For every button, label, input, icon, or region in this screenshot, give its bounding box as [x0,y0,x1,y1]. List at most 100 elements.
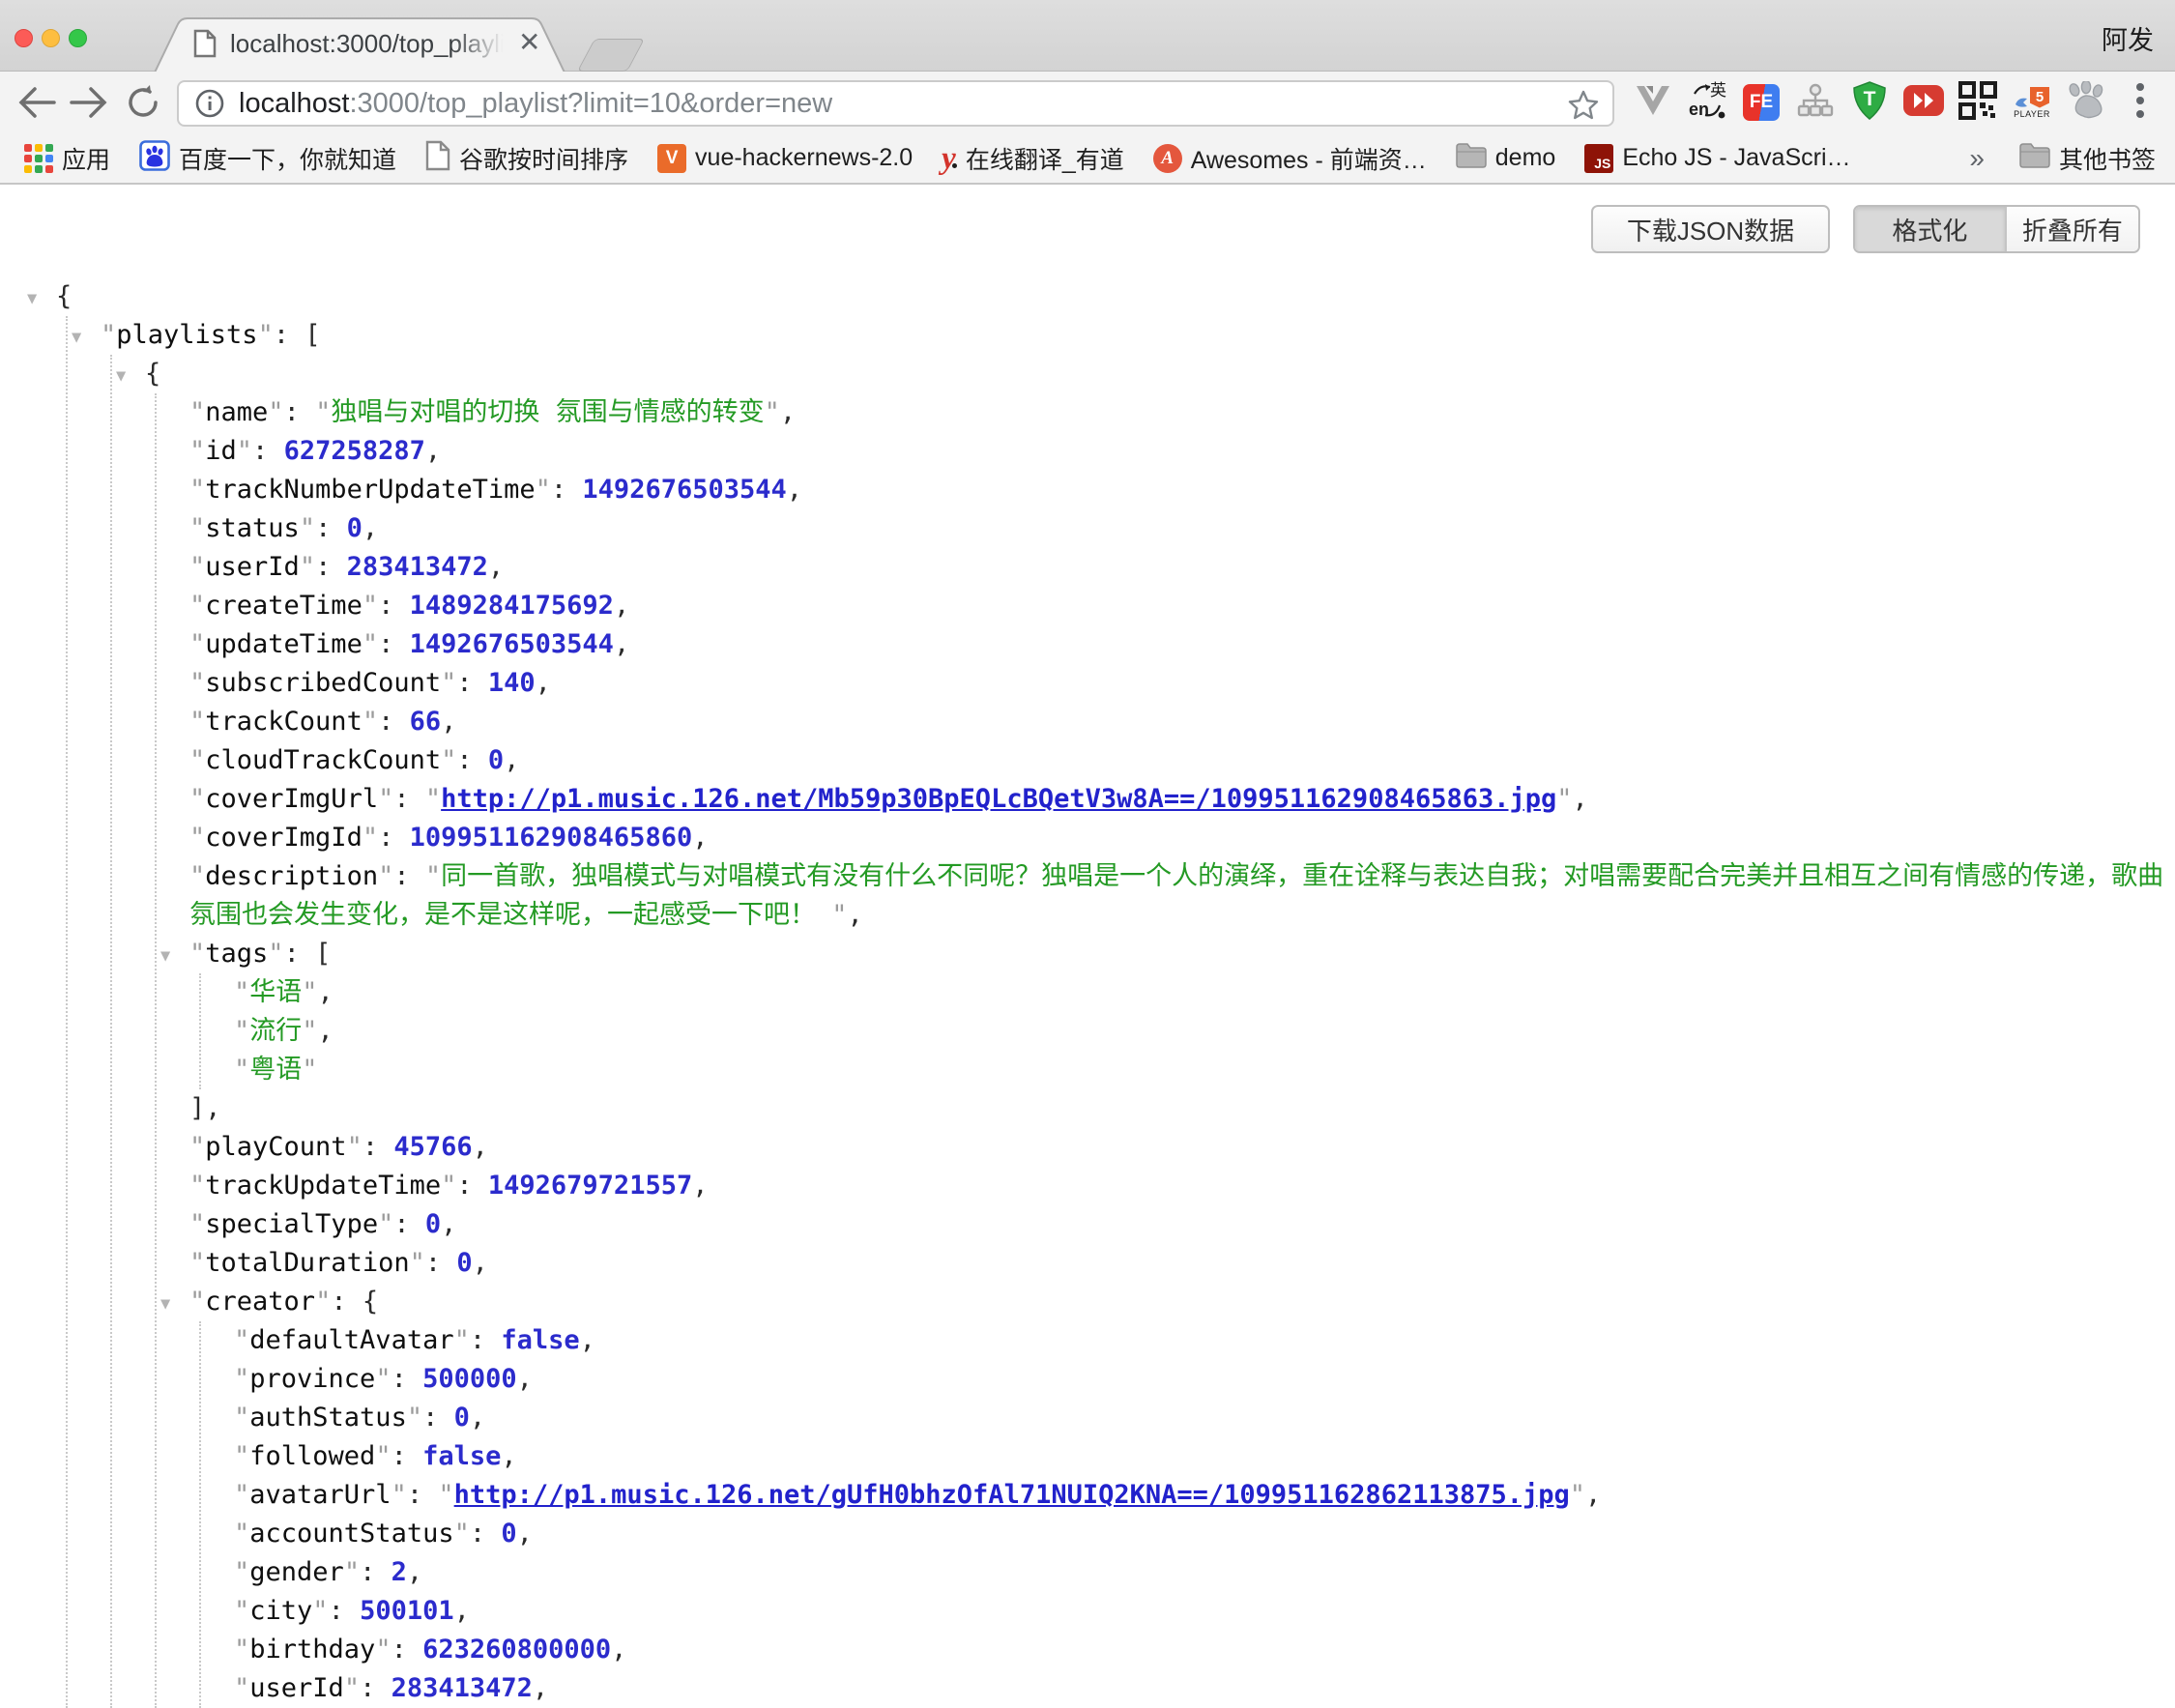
json-value: 66 [410,707,442,737]
json-key: followed [249,1441,375,1471]
collapse-triangle-icon[interactable]: ▼ [72,318,81,357]
extension-button[interactable]: FE [1740,77,1783,128]
json-value: : [456,668,488,698]
baidu-icon [139,140,170,176]
indent-guide [199,1321,201,1708]
bookmarks-overflow-chevron[interactable]: » [1969,143,1985,174]
json-value: , [1573,784,1588,814]
json-value: : [392,1441,423,1471]
json-value: 0 [501,1519,516,1549]
json-key: tags [205,939,268,969]
bookmark-item[interactable]: JSEcho JS - JavaScri… [1584,144,1850,173]
json-value: , [407,1557,422,1587]
bookmark-item[interactable]: Vvue-hackernews-2.0 [657,144,913,173]
other-bookmarks-folder[interactable]: 其他书签 [2019,141,2156,176]
bookmark-item[interactable]: demo [1456,143,1556,173]
json-key: trackNumberUpdateTime [205,475,535,505]
youdao-icon: y [942,144,957,173]
profile-name[interactable]: 阿发 [2102,19,2154,57]
bookmark-item[interactable]: AAwesomes - 前端资… [1153,141,1427,176]
json-value: 1492679721557 [488,1171,692,1201]
json-line: "name": "独唱与对唱的切换 氛围与情感的转变", [0,393,2165,432]
extension-button[interactable] [2065,77,2107,128]
tab-title-fade [452,27,512,62]
toolbar: localhost:3000/top_playlist?limit=10&ord… [0,72,2175,133]
json-value: : [360,1673,392,1703]
bookmark-item[interactable]: y在线翻译_有道 [942,141,1124,176]
extension-button[interactable]: T [1848,77,1891,128]
download-json-button[interactable]: 下载JSON数据 [1591,205,1830,253]
apps-grid-icon [24,144,53,173]
browser-menu-button[interactable] [2119,77,2161,128]
json-key: defaultAvatar [249,1325,453,1355]
json-value: false [501,1325,579,1355]
bookmarks-bar: 应用百度一下，你就知道 谷歌按时间排序 Vvue-hackernews-2.0 y在线… [0,133,2175,185]
extension-button[interactable] [1632,77,1674,128]
menu-dots-icon [2135,82,2145,124]
translate-icon: 英en [1687,80,1727,126]
json-value: : [392,1364,423,1394]
json-key: trackUpdateTime [205,1171,441,1201]
json-value: , [848,900,863,930]
json-line: "流行", [0,1012,2165,1051]
json-value: : [392,1635,423,1665]
json-value: 0 [425,1209,441,1239]
json-value: : [284,397,316,427]
vue-devtools-icon [1635,84,1671,122]
svg-text:T: T [1864,88,1876,110]
bookmark-label: demo [1495,144,1556,172]
bookmark-label: 谷歌按时间排序 [459,141,628,176]
json-key: coverImgUrl [205,784,378,814]
url-text[interactable]: localhost:3000/top_playlist?limit=10&ord… [239,88,832,120]
json-value: , [318,977,334,1007]
zoom-window-button[interactable] [69,29,87,47]
json-key: subscribedCount [205,668,441,698]
forward-button[interactable] [66,79,112,126]
json-link[interactable]: http://p1.music.126.net/Mb59p30BpEQLcBQe… [441,784,1556,814]
extension-button[interactable]: 5PLAYER [2011,77,2053,128]
json-value: 45766 [393,1132,472,1162]
omnibox[interactable]: localhost:3000/top_playlist?limit=10&ord… [177,80,1614,127]
page-info-icon[interactable] [194,88,225,119]
collapse-triangle-icon[interactable]: ▼ [160,937,170,975]
collapse-all-button[interactable]: 折叠所有 [2005,207,2138,251]
collapse-triangle-icon[interactable]: ▼ [116,357,126,395]
extensions-row: 英en FE T 5PLAYER [1632,77,2161,128]
collapse-triangle-icon[interactable]: ▼ [27,279,37,318]
json-key: specialType [205,1209,378,1239]
indent-guide [66,316,68,1708]
minimize-window-button[interactable] [42,29,60,47]
json-value: 500000 [422,1364,517,1394]
back-button[interactable] [14,79,60,126]
extension-button[interactable] [1957,77,1999,128]
vue-icon: V [657,144,686,173]
collapse-triangle-icon[interactable]: ▼ [160,1285,170,1323]
extension-button[interactable]: 英en [1686,77,1728,128]
json-value: : [315,513,347,543]
json-value: , [517,1364,533,1394]
bookmark-item[interactable]: 谷歌按时间排序 [425,140,628,176]
json-value: : [393,861,425,891]
bookmark-item[interactable]: 应用 [24,141,110,176]
json-value: { [145,359,160,389]
tab-close-icon[interactable]: ✕ [518,25,540,60]
json-value: , [501,1441,516,1471]
bookmark-star-icon[interactable] [1566,88,1601,128]
json-value: { [56,281,72,311]
qrcode-icon [1958,81,1997,125]
json-line: "birthday": 623260800000, [0,1631,2165,1669]
json-value: : [362,1132,394,1162]
close-window-button[interactable] [14,29,33,47]
extension-button[interactable] [1794,77,1837,128]
reload-button[interactable] [120,79,166,126]
extension-button[interactable] [1902,77,1945,128]
new-tab-button[interactable] [577,39,645,72]
json-value: , [611,1635,626,1665]
json-line: "trackNumberUpdateTime": 1492676503544, [0,471,2165,509]
json-key: name [205,397,268,427]
json-line: "avatarUrl": "http://p1.music.126.net/gU… [0,1476,2165,1515]
json-line: "accountStatus": 0, [0,1515,2165,1553]
json-link[interactable]: http://p1.music.126.net/gUfH0bhzOfAl71NU… [454,1480,1570,1510]
format-button[interactable]: 格式化 [1855,207,2005,251]
bookmark-item[interactable]: 百度一下，你就知道 [139,140,396,176]
